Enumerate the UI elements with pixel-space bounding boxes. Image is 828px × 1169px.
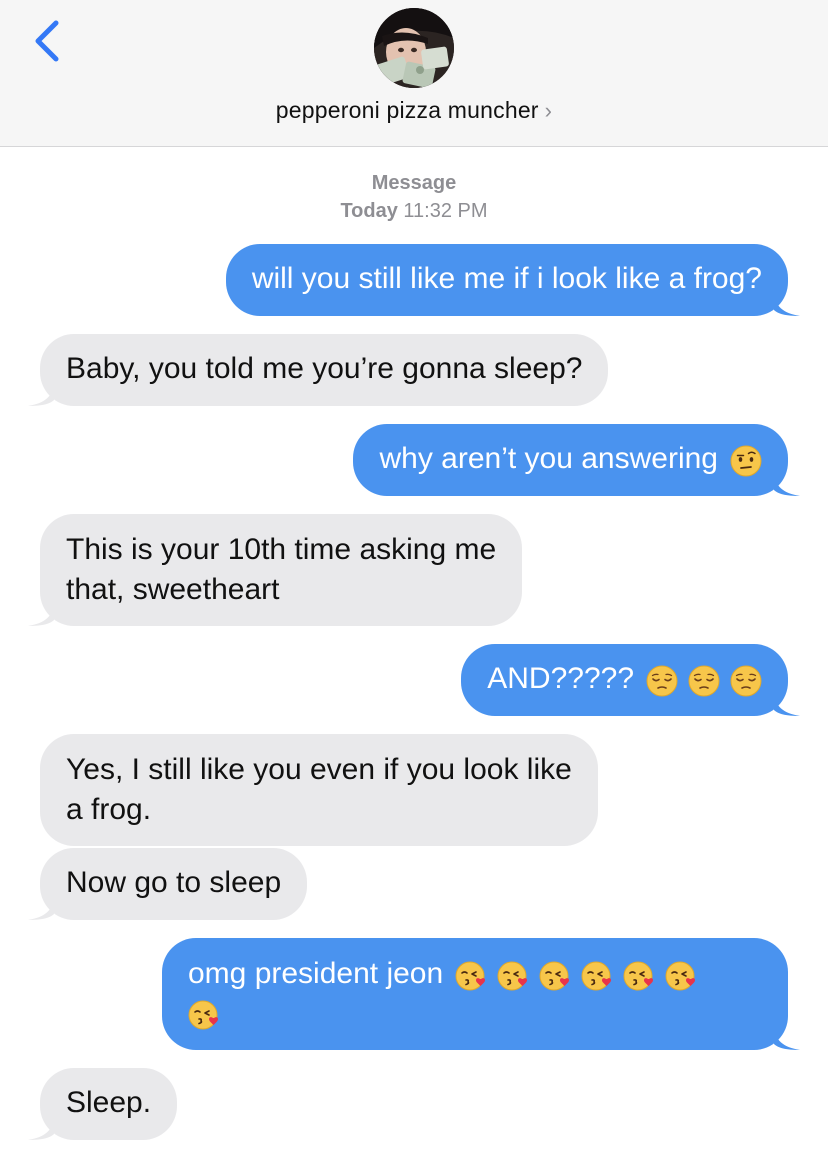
message-bubble-outgoing[interactable]: AND????? — [461, 644, 800, 716]
message-bubble-outgoing[interactable]: omg president jeon — [162, 938, 800, 1050]
message-bubble-incoming[interactable]: This is your 10th time asking me that, s… — [28, 514, 523, 626]
raised-eyebrow-face-icon — [730, 445, 762, 477]
message-first-line: omg president jeon — [188, 954, 762, 995]
message-text: Sleep. — [66, 1086, 152, 1119]
kissing-heart-face-icon — [623, 960, 655, 992]
message-text: will you still like me if i look like a … — [251, 262, 762, 295]
message-text-line: This is your 10th time asking me — [66, 533, 497, 566]
pensive-face-icon — [646, 665, 678, 697]
service-label: Message — [371, 172, 457, 194]
emoji-group — [634, 660, 762, 700]
message-bubble-incoming[interactable]: Now go to sleep — [28, 848, 308, 920]
message-bubble-outgoing[interactable]: why aren’t you answering — [353, 424, 800, 496]
back-button[interactable] — [22, 12, 72, 70]
message-bubble-incoming[interactable]: Baby, you told me you’re gonna sleep? — [28, 334, 609, 406]
message-bubble-outgoing[interactable]: will you still like me if i look like a … — [225, 244, 800, 316]
message-bubble-incoming[interactable]: Sleep. — [28, 1068, 178, 1140]
chevron-right-icon: › — [544, 98, 553, 123]
pensive-face-icon — [730, 665, 762, 697]
conversation-header: pepperoni pizza muncher › — [0, 0, 828, 147]
kissing-heart-face-icon — [539, 960, 571, 992]
message-text-line: that, sweetheart — [66, 573, 280, 606]
emoji-group — [188, 995, 762, 1035]
avatar-photo — [374, 8, 454, 88]
kissing-heart-face-icon — [497, 960, 529, 992]
timestamp-time: 11:32 PM — [403, 200, 488, 222]
message-text-line: Yes, I still like you even if you look l… — [66, 753, 572, 786]
contact-avatar[interactable] — [374, 8, 454, 88]
timestamp: Today 11:32 PM — [0, 200, 828, 223]
kissing-heart-face-icon — [455, 960, 487, 992]
message-text: AND????? — [487, 662, 634, 695]
kissing-heart-face-icon — [581, 960, 613, 992]
contact-name: pepperoni pizza muncher — [275, 97, 539, 123]
message-bubble-incoming[interactable]: Yes, I still like you even if you look l… — [40, 734, 598, 846]
message-text: Now go to sleep — [66, 866, 282, 899]
message-text-line: a frog. — [66, 793, 152, 826]
message-text: Baby, you told me you’re gonna sleep? — [66, 352, 583, 385]
timestamp-day: Today — [340, 200, 398, 222]
contact-name-button[interactable]: pepperoni pizza muncher › — [0, 97, 828, 124]
message-text: omg president jeon — [188, 957, 444, 990]
emoji-group — [718, 440, 762, 480]
kissing-heart-face-icon — [665, 960, 697, 992]
emoji-group — [443, 955, 697, 995]
message-text: why aren’t you answering — [379, 442, 718, 475]
chevron-left-icon — [35, 20, 59, 62]
kissing-heart-face-icon — [188, 999, 220, 1031]
pensive-face-icon — [688, 665, 720, 697]
